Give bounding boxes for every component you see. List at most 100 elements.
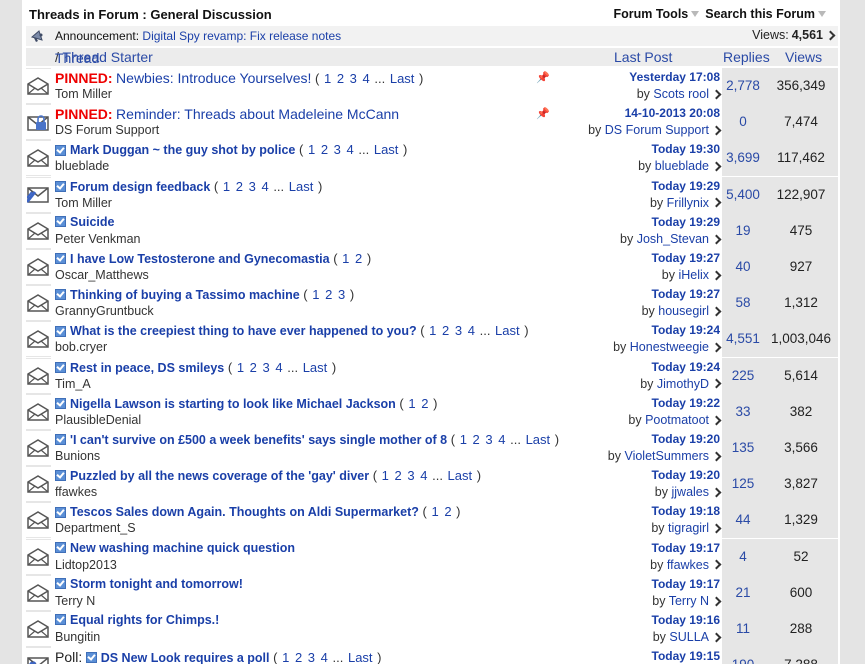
replies-count[interactable]: 2,778: [726, 78, 760, 93]
page-link[interactable]: 2: [325, 287, 332, 302]
last-poster-link[interactable]: Scots rool: [653, 87, 709, 101]
last-page-link[interactable]: Last: [289, 179, 314, 194]
page-link[interactable]: 3: [407, 468, 414, 483]
last-poster-link[interactable]: tigragirl: [668, 521, 709, 535]
replies-count[interactable]: 40: [735, 259, 750, 274]
page-link[interactable]: 3: [350, 71, 357, 86]
thread-title-link[interactable]: DS New Look requires a poll: [101, 651, 270, 664]
page-link[interactable]: 1: [460, 432, 467, 447]
last-poster-link[interactable]: iHelix: [678, 268, 709, 282]
page-link[interactable]: 3: [455, 323, 462, 338]
replies-count[interactable]: 4,551: [726, 331, 760, 346]
go-to-last-post-icon[interactable]: [711, 596, 722, 606]
page-link[interactable]: 4: [261, 179, 268, 194]
replies-count[interactable]: 125: [732, 476, 755, 491]
thread-starter[interactable]: DS Forum Support: [55, 123, 159, 137]
thread-title-link[interactable]: Storm tonight and tomorrow!: [70, 577, 243, 591]
go-to-last-post-icon[interactable]: [711, 523, 722, 534]
page-link[interactable]: 1: [429, 323, 436, 338]
page-link[interactable]: 2: [321, 142, 328, 157]
last-page-link[interactable]: Last: [303, 360, 328, 375]
page-link[interactable]: 2: [337, 71, 344, 86]
thread-starter[interactable]: Bungitin: [55, 630, 100, 644]
last-poster-link[interactable]: Pootmatoot: [645, 413, 709, 427]
page-link[interactable]: 2: [421, 396, 428, 411]
thread-starter[interactable]: Tom Miller: [55, 87, 112, 101]
last-poster-link[interactable]: Josh_Stevan: [637, 232, 709, 246]
last-poster-link[interactable]: SULLA: [669, 630, 709, 644]
replies-count[interactable]: 44: [735, 512, 750, 527]
page-link[interactable]: 4: [420, 468, 427, 483]
page-link[interactable]: 3: [249, 179, 256, 194]
go-to-last-post-icon[interactable]: [711, 451, 722, 462]
thread-starter[interactable]: Terry N: [55, 594, 95, 608]
sort-views[interactable]: Views: [785, 49, 822, 65]
thread-starter[interactable]: Bunions: [55, 449, 100, 463]
last-page-link[interactable]: Last: [374, 142, 399, 157]
thread-title-link[interactable]: Tescos Sales down Again. Thoughts on Ald…: [70, 505, 419, 519]
replies-count[interactable]: 190: [732, 657, 755, 664]
thread-title-link[interactable]: What is the creepiest thing to have ever…: [70, 324, 417, 338]
thread-title-link[interactable]: 'I can't survive on £500 a week benefits…: [70, 433, 447, 447]
thread-starter[interactable]: Peter Venkman: [55, 232, 140, 246]
last-page-link[interactable]: Last: [526, 432, 551, 447]
page-link[interactable]: 2: [442, 323, 449, 338]
last-page-link[interactable]: Last: [348, 650, 373, 664]
page-link[interactable]: 3: [338, 287, 345, 302]
last-page-link[interactable]: Last: [495, 323, 520, 338]
replies-count[interactable]: 33: [735, 404, 750, 419]
page-link[interactable]: 2: [250, 360, 257, 375]
thread-title-link[interactable]: Reminder: Threads about Madeleine McCann: [116, 106, 399, 122]
replies-count[interactable]: 3,699: [726, 150, 760, 165]
page-link[interactable]: 3: [263, 360, 270, 375]
thread-title-link[interactable]: New washing machine quick question: [70, 541, 295, 555]
page-link[interactable]: 1: [408, 396, 415, 411]
replies-count[interactable]: 58: [735, 295, 750, 310]
replies-count[interactable]: 4: [739, 549, 747, 564]
forum-tools-menu[interactable]: Forum Tools: [613, 7, 705, 21]
last-poster-link[interactable]: VioletSummers: [624, 449, 709, 463]
go-to-last-post-icon[interactable]: [711, 234, 722, 244]
sort-thread[interactable]: Thread: [55, 50, 99, 66]
go-to-last-post-icon[interactable]: [711, 89, 722, 100]
search-forum-menu[interactable]: Search this Forum: [705, 7, 832, 21]
page-link[interactable]: 3: [334, 142, 341, 157]
thread-title-link[interactable]: Suicide: [70, 215, 114, 229]
replies-count[interactable]: 5,400: [726, 187, 760, 202]
thread-starter[interactable]: Oscar_Matthews: [55, 268, 149, 282]
page-link[interactable]: 2: [236, 179, 243, 194]
go-to-last-post-icon[interactable]: [711, 197, 722, 208]
thread-title-link[interactable]: Mark Duggan ~ the guy shot by police: [70, 143, 295, 157]
thread-title-link[interactable]: Thinking of buying a Tassimo machine: [70, 288, 300, 302]
page-link[interactable]: 1: [223, 179, 230, 194]
last-poster-link[interactable]: blueblade: [655, 159, 709, 173]
thread-starter[interactable]: Tom Miller: [55, 196, 112, 210]
thread-starter[interactable]: ffawkes: [55, 485, 97, 499]
page-link[interactable]: 1: [324, 71, 331, 86]
page-link[interactable]: 3: [308, 650, 315, 664]
page-link[interactable]: 1: [312, 287, 319, 302]
last-page-link[interactable]: Last: [448, 468, 473, 483]
thread-title-link[interactable]: Newbies: Introduce Yourselves!: [116, 70, 311, 86]
thread-starter[interactable]: PlausibleDenial: [55, 413, 141, 427]
page-link[interactable]: 2: [295, 650, 302, 664]
page-link[interactable]: 2: [473, 432, 480, 447]
page-link[interactable]: 3: [485, 432, 492, 447]
page-link[interactable]: 1: [308, 142, 315, 157]
page-link[interactable]: 1: [282, 650, 289, 664]
go-to-last-post-icon[interactable]: [711, 125, 722, 136]
go-to-last-post-icon[interactable]: [711, 378, 722, 389]
go-to-last-post-icon[interactable]: [711, 415, 722, 425]
page-link[interactable]: 4: [347, 142, 354, 157]
page-link[interactable]: 2: [355, 251, 362, 266]
page-link[interactable]: 2: [395, 468, 402, 483]
go-to-last-post-icon[interactable]: [711, 161, 722, 172]
last-poster-link[interactable]: Frillynix: [667, 196, 709, 210]
replies-count[interactable]: 0: [739, 114, 747, 129]
thread-title-link[interactable]: Nigella Lawson is starting to look like …: [70, 397, 396, 411]
announcement-link[interactable]: Digital Spy revamp: Fix release notes: [142, 29, 341, 43]
last-poster-link[interactable]: JimothyD: [657, 377, 709, 391]
replies-count[interactable]: 135: [732, 440, 755, 455]
page-link[interactable]: 4: [468, 323, 475, 338]
last-poster-link[interactable]: jjwales: [671, 485, 709, 499]
